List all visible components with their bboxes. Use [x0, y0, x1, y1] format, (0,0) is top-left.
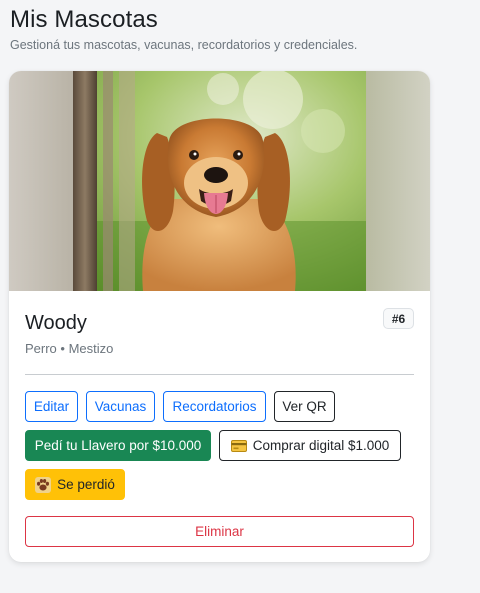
delete-button[interactable]: Eliminar: [25, 516, 414, 547]
page-title: Mis Mascotas: [10, 6, 158, 33]
reminders-button[interactable]: Recordatorios: [163, 391, 266, 422]
buy-digital-button[interactable]: Comprar digital $1.000: [219, 430, 401, 461]
lost-pet-label: Se perdió: [57, 477, 115, 492]
view-qr-button[interactable]: Ver QR: [274, 391, 335, 422]
paw-icon: [35, 476, 52, 493]
page-subtitle: Gestioná tus mascotas, vacunas, recordat…: [10, 38, 358, 52]
pet-id-badge: #6: [383, 308, 414, 329]
pet-species-breed: Perro • Mestizo: [25, 341, 114, 356]
order-keychain-button[interactable]: Pedí tu Llavero por $10.000: [25, 430, 211, 461]
edit-button[interactable]: Editar: [25, 391, 78, 422]
divider: [25, 374, 414, 375]
pet-name: Woody: [25, 312, 87, 334]
lost-pet-button[interactable]: Se perdió: [25, 469, 125, 500]
credit-card-icon: [230, 439, 247, 452]
vaccines-button[interactable]: Vacunas: [86, 391, 155, 422]
dog-photo: [73, 71, 366, 291]
pet-photo: [9, 71, 430, 291]
pet-card: Woody #6 Perro • Mestizo Editar Vacunas …: [9, 71, 430, 562]
buy-digital-label: Comprar digital $1.000: [252, 438, 390, 453]
